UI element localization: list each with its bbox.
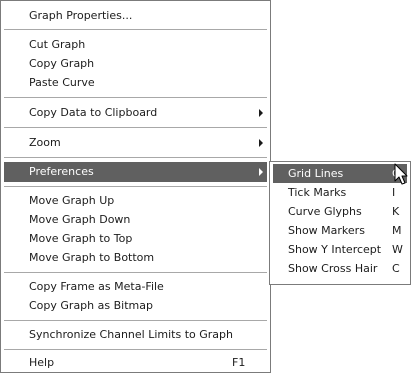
chevron-right-icon	[259, 139, 263, 147]
chevron-right-icon	[259, 109, 263, 117]
submenu-item-show-markers[interactable]: Show Markers M	[273, 221, 407, 240]
submenu-item-shortcut: C	[392, 262, 400, 275]
submenu-item-label: Show Markers	[288, 224, 365, 237]
submenu-item-tick-marks[interactable]: Tick Marks I	[273, 183, 407, 202]
menu-item-label: Copy Frame as Meta-File	[29, 280, 164, 293]
menu-item-label: Graph Properties...	[29, 9, 133, 22]
menu-item-paste-curve[interactable]: Paste Curve	[4, 73, 267, 93]
menu-separator	[4, 157, 267, 159]
menu-item-copy-data-to-clipboard[interactable]: Copy Data to Clipboard	[4, 103, 267, 123]
menu-separator	[4, 272, 267, 274]
menu-item-label: Copy Graph	[29, 57, 95, 70]
menu-separator	[4, 186, 267, 188]
menu-separator	[4, 29, 267, 31]
menu-item-label: Move Graph to Top	[29, 232, 133, 245]
menu-item-copy-graph-as-bitmap[interactable]: Copy Graph as Bitmap	[4, 296, 267, 316]
menu-item-help[interactable]: Help F1	[4, 353, 267, 373]
submenu-item-shortcut: K	[392, 205, 400, 218]
menu-item-cut-graph[interactable]: Cut Graph	[4, 35, 267, 55]
submenu-item-show-y-intercept[interactable]: Show Y Intercept W	[273, 240, 407, 259]
menu-item-label: Zoom	[29, 136, 61, 149]
menu-separator	[4, 97, 267, 99]
menu-item-copy-graph[interactable]: Copy Graph	[4, 54, 267, 74]
menu-item-preferences[interactable]: Preferences	[4, 162, 267, 182]
submenu-item-curve-glyphs[interactable]: Curve Glyphs K	[273, 202, 407, 221]
menu-item-label: Move Graph to Bottom	[29, 251, 155, 264]
submenu-item-grid-lines[interactable]: Grid Lines G	[273, 164, 407, 183]
menu-item-copy-frame-as-meta-file[interactable]: Copy Frame as Meta-File	[4, 277, 267, 297]
menu-separator	[4, 320, 267, 322]
submenu-item-shortcut: W	[392, 243, 403, 256]
menu-item-move-graph-to-top[interactable]: Move Graph to Top	[4, 229, 267, 249]
submenu-item-label: Show Cross Hair	[288, 262, 378, 275]
submenu-item-label: Curve Glyphs	[288, 205, 362, 218]
menu-item-label: Copy Data to Clipboard	[29, 106, 158, 119]
menu-item-move-graph-to-bottom[interactable]: Move Graph to Bottom	[4, 248, 267, 268]
menu-item-label: Help	[29, 356, 55, 369]
submenu-item-shortcut: M	[392, 224, 402, 237]
menu-item-graph-properties[interactable]: Graph Properties...	[4, 6, 267, 26]
menu-item-label: Paste Curve	[29, 76, 95, 89]
menu-separator	[4, 349, 267, 351]
menu-item-label: Preferences	[29, 165, 94, 178]
submenu-item-show-cross-hair[interactable]: Show Cross Hair C	[273, 259, 407, 278]
menu-separator	[4, 127, 267, 129]
submenu-item-label: Tick Marks	[288, 186, 347, 199]
menu-item-synchronize-channel-limits[interactable]: Synchronize Channel Limits to Graph	[4, 325, 267, 345]
submenu-item-label: Show Y Intercept	[288, 243, 382, 256]
context-menu: Graph Properties... Cut Graph Copy Graph…	[0, 0, 271, 373]
submenu-item-label: Grid Lines	[288, 167, 344, 180]
menu-item-label: Cut Graph	[29, 38, 86, 51]
menu-item-move-graph-down[interactable]: Move Graph Down	[4, 210, 267, 230]
menu-item-label: Copy Graph as Bitmap	[29, 299, 153, 312]
mouse-pointer-icon	[394, 163, 408, 185]
menu-item-label: Move Graph Down	[29, 213, 131, 226]
menu-item-shortcut: F1	[232, 356, 246, 369]
chevron-right-icon	[259, 168, 263, 176]
menu-item-label: Synchronize Channel Limits to Graph	[29, 328, 233, 341]
menu-item-label: Move Graph Up	[29, 194, 115, 207]
menu-item-zoom[interactable]: Zoom	[4, 133, 267, 153]
menu-item-move-graph-up[interactable]: Move Graph Up	[4, 191, 267, 211]
preferences-submenu: Grid Lines G Tick Marks I Curve Glyphs K…	[269, 161, 411, 285]
